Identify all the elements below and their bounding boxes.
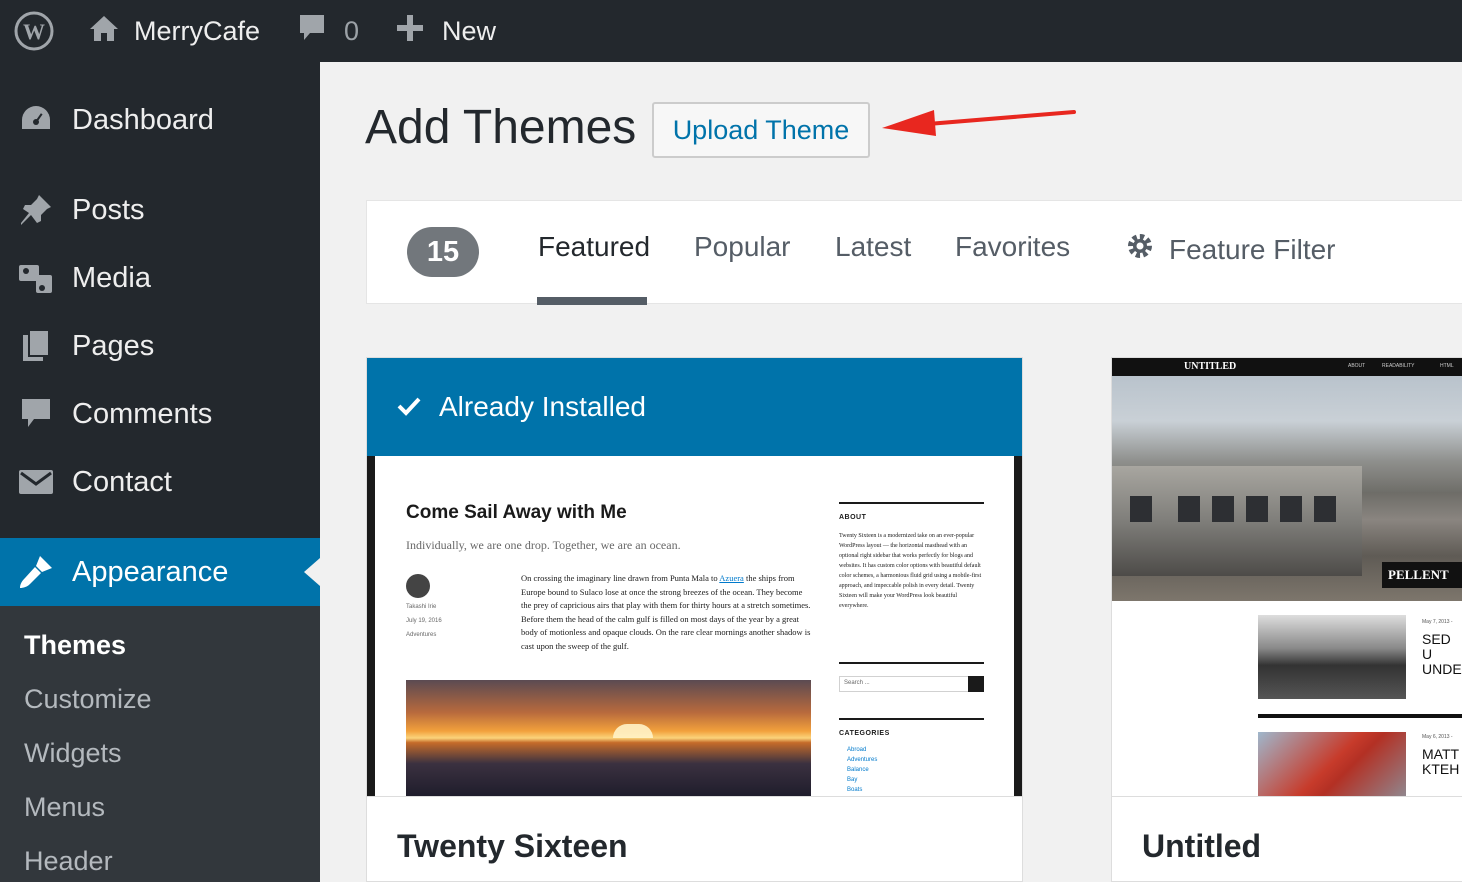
comment-icon <box>18 396 54 432</box>
sidebar-item-label: Posts <box>72 193 145 226</box>
preview-nav-item: ABOUT <box>1348 363 1366 369</box>
sidebar-item-label: Comments <box>72 397 213 430</box>
installed-label: Already Installed <box>439 391 647 422</box>
dashboard-icon <box>18 102 54 138</box>
preview-thumbnail <box>1258 615 1406 699</box>
theme-name: Twenty Sixteen <box>397 828 628 864</box>
upload-theme-button[interactable]: Upload Theme <box>652 102 870 158</box>
preview-sidebar: ABOUT Twenty Sixteen is a modernized tak… <box>839 502 984 611</box>
feature-filter-button[interactable]: Feature Filter <box>1125 231 1336 268</box>
feature-filter-label: Feature Filter <box>1169 233 1336 265</box>
preview-about-heading: ABOUT <box>839 514 867 521</box>
preview-body-link: Azuera <box>719 573 744 583</box>
preview-category-list: Abroad Adventures Balance Bay Boats <box>847 747 878 793</box>
preview-body-text: On crossing the imaginary line drawn fro… <box>521 573 811 651</box>
tab-latest[interactable]: Latest <box>835 231 911 263</box>
plus-icon <box>396 14 424 49</box>
preview-headline: SED U UNDE <box>1422 631 1462 677</box>
pin-icon <box>18 192 54 228</box>
pages-icon <box>18 328 54 364</box>
sidebar-item-comments[interactable]: Comments <box>0 380 320 448</box>
wordpress-logo-icon[interactable]: W <box>14 0 54 62</box>
active-tab-indicator <box>537 297 647 305</box>
theme-card-twenty-sixteen[interactable]: Already Installed Come Sail Away with Me… <box>366 357 1023 882</box>
admin-sidebar: Dashboard Posts Media Pages Comments Con… <box>0 62 320 882</box>
preview-sunset-image <box>406 680 811 796</box>
already-installed-banner: Already Installed <box>367 358 1022 456</box>
sidebar-item-posts[interactable]: Posts <box>0 176 320 244</box>
tab-featured[interactable]: Featured <box>538 231 650 263</box>
submenu-item-customize[interactable]: Customize <box>24 684 152 715</box>
site-name: MerryCafe <box>134 15 261 46</box>
comment-count: 0 <box>344 15 360 46</box>
gear-icon <box>1125 231 1155 268</box>
sidebar-item-pages[interactable]: Pages <box>0 312 320 380</box>
preview-categories-widget: CATEGORIES Abroad Adventures Balance Bay… <box>839 718 984 795</box>
preview-search-widget: Search ... <box>839 662 984 692</box>
sidebar-item-contact[interactable]: Contact <box>0 448 320 516</box>
admin-bar: W MerryCafe 0 New <box>0 0 1462 62</box>
preview-thumbnail <box>1258 732 1406 796</box>
preview-headline: MATT KTEH <box>1422 746 1460 777</box>
sidebar-item-label: Appearance <box>72 555 229 588</box>
new-content-link[interactable]: New <box>396 0 496 62</box>
preview-date: May 7, 2013 - <box>1422 619 1453 625</box>
site-name-link[interactable]: MerryCafe <box>88 0 260 62</box>
preview-post-title: Come Sail Away with Me <box>406 502 627 523</box>
tab-popular[interactable]: Popular <box>694 231 791 263</box>
new-label: New <box>442 15 497 46</box>
comment-bubble-icon <box>298 13 326 50</box>
theme-card-untitled[interactable]: UNTITLED ABOUT READABILITY HTML PELLENT … <box>1111 357 1462 882</box>
preview-nav-item: HTML <box>1440 363 1454 369</box>
sidebar-item-label: Contact <box>72 465 172 498</box>
sidebar-item-label: Dashboard <box>72 103 214 136</box>
paintbrush-icon <box>18 554 54 590</box>
preview-date: July 19, 2016 <box>406 618 442 624</box>
media-icon <box>18 260 54 296</box>
theme-count-badge: 15 <box>407 227 479 277</box>
preview-badge: PELLENT <box>1382 562 1462 588</box>
preview-categories-heading: CATEGORIES <box>839 730 890 737</box>
comments-link[interactable]: 0 <box>298 0 359 62</box>
sidebar-item-label: Pages <box>72 329 155 362</box>
page-title: Add Themes <box>365 101 637 154</box>
preview-about-text: Twenty Sixteen is a modernized take on a… <box>839 533 982 609</box>
tab-favorites[interactable]: Favorites <box>955 231 1070 263</box>
submenu-item-themes[interactable]: Themes <box>24 630 126 661</box>
sidebar-item-media[interactable]: Media <box>0 244 320 312</box>
sidebar-item-label: Media <box>72 261 151 294</box>
preview-author: Takashi Irie <box>406 604 437 610</box>
svg-text:W: W <box>23 19 45 44</box>
preview-category: Adventures <box>406 632 437 638</box>
annotation-arrow-icon <box>882 110 1076 136</box>
preview-train <box>1112 466 1362 576</box>
author-avatar <box>406 574 430 598</box>
appearance-submenu: Themes Customize Widgets Menus Header <box>0 606 320 882</box>
search-icon <box>968 676 984 692</box>
envelope-icon <box>18 464 54 500</box>
preview-nav-item: READABILITY <box>1382 363 1415 369</box>
sidebar-item-appearance[interactable]: Appearance <box>0 538 320 606</box>
checkmark-icon <box>397 391 421 423</box>
theme-screenshot: Come Sail Away with Me Individually, we … <box>367 456 1022 796</box>
submenu-item-widgets[interactable]: Widgets <box>24 738 122 769</box>
theme-filter-bar: 15 Featured Popular Latest Favorites Fea… <box>366 200 1462 305</box>
theme-name: Untitled <box>1142 828 1262 864</box>
submenu-item-header[interactable]: Header <box>24 846 113 877</box>
theme-screenshot: UNTITLED ABOUT READABILITY HTML PELLENT … <box>1112 358 1462 796</box>
home-icon <box>88 12 120 51</box>
preview-tagline: Individually, we are one drop. Together,… <box>406 538 681 552</box>
submenu-item-menus[interactable]: Menus <box>24 792 105 823</box>
preview-search-field: Search ... <box>839 676 984 692</box>
sidebar-item-dashboard[interactable]: Dashboard <box>0 86 320 154</box>
preview-date: May 6, 2013 - <box>1422 734 1453 740</box>
preview-sun <box>613 724 653 738</box>
